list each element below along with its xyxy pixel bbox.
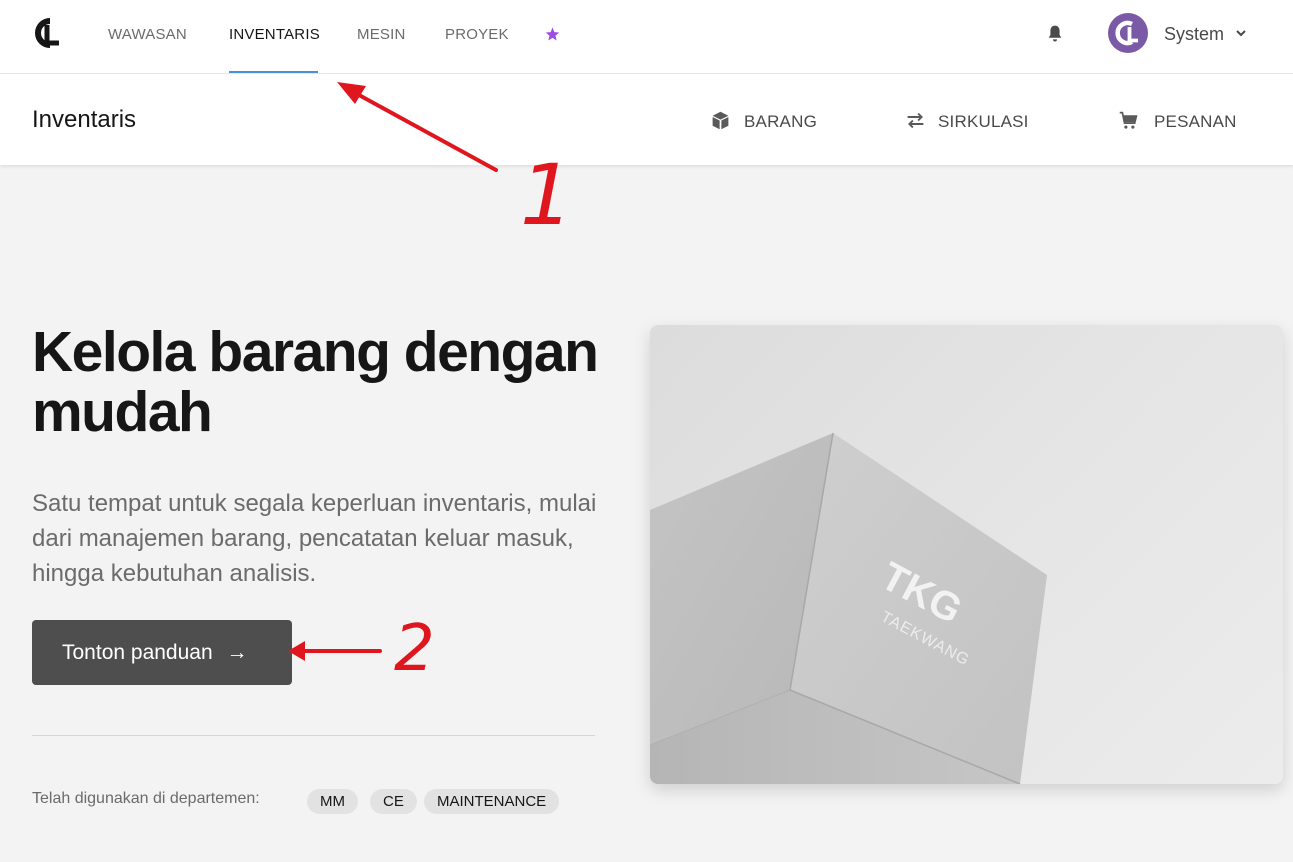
nav-item-mesin[interactable]: MESIN (357, 26, 406, 43)
hero-title: Kelola barang dengan mudah (32, 320, 599, 444)
arrow-right-icon: → (226, 641, 248, 664)
top-navbar: WAWASAN INVENTARIS MESIN PROYEK System (0, 0, 1293, 74)
tab-pesanan[interactable]: PESANAN (1154, 112, 1237, 132)
tab-barang[interactable]: BARANG (744, 112, 817, 132)
nav-item-wawasan[interactable]: WAWASAN (108, 26, 187, 43)
active-tab-underline (229, 71, 318, 73)
watch-guide-button-label: Tonton panduan (62, 641, 213, 664)
divider (32, 735, 595, 736)
nav-item-proyek[interactable]: PROYEK (445, 26, 509, 43)
tab-sirkulasi[interactable]: SIRKULASI (938, 112, 1029, 132)
bell-icon[interactable] (1045, 24, 1065, 44)
hero-description: Satu tempat untuk segala keperluan inven… (32, 490, 597, 587)
cart-icon[interactable] (1118, 110, 1139, 131)
hero-image: TKG TAEKWANG (650, 325, 1283, 784)
department-tag-mm: MM (307, 789, 358, 814)
watch-guide-button[interactable]: Tonton panduan → (32, 620, 292, 685)
annotation-arrow-2 (288, 641, 382, 661)
app-logo[interactable] (30, 16, 62, 50)
user-avatar[interactable] (1108, 13, 1148, 53)
section-header: Inventaris BARANG SIRKULASI PESANAN (0, 74, 1293, 165)
swap-arrows-icon[interactable] (905, 110, 926, 131)
department-tag-maintenance: MAINTENANCE (424, 789, 560, 814)
nav-item-inventaris[interactable]: INVENTARIS (229, 26, 320, 43)
product-box-illustration: TKG TAEKWANG (650, 432, 1047, 784)
cube-icon[interactable] (710, 110, 731, 131)
user-name[interactable]: System (1164, 24, 1224, 45)
chevron-down-icon[interactable] (1235, 27, 1247, 39)
department-tag-ce: CE (370, 789, 417, 814)
avatar-logo-icon (1115, 20, 1138, 46)
annotation-label-2: 2 (394, 612, 435, 686)
page-title: Inventaris (32, 106, 137, 133)
departments-label: Telah digunakan di departemen: (32, 790, 260, 807)
sparkle-icon[interactable] (544, 26, 561, 43)
